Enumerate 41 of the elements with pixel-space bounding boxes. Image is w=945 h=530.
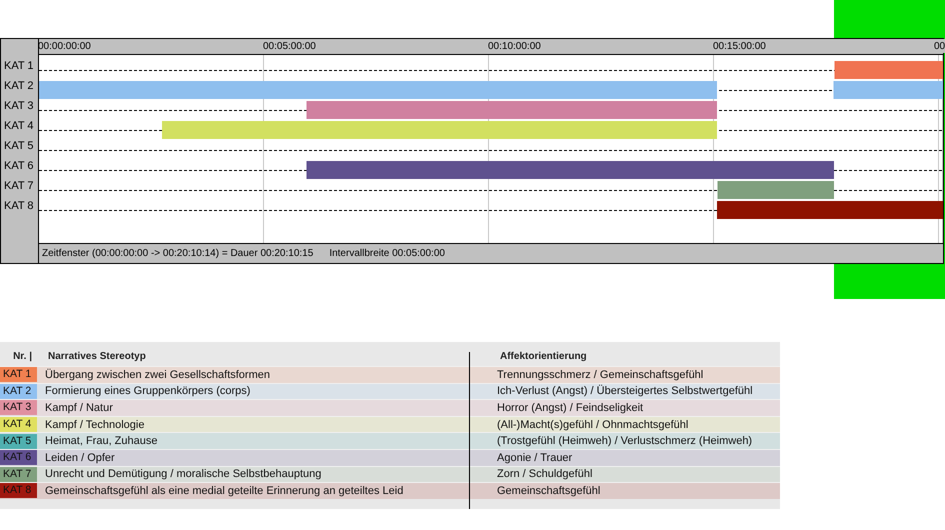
category-label: KAT 4 bbox=[3, 119, 35, 134]
category-tag: KAT 5 bbox=[0, 434, 37, 449]
table-cell-text: Horror (Angst) / Feindseligkeit bbox=[496, 402, 644, 414]
table-cell-text: Unrecht und Demütigung / moralische Selbstbehauptung bbox=[44, 468, 322, 480]
table-cell-text: Formierung eines Gruppenkörpers (corps) bbox=[44, 385, 252, 398]
table-cell-text: Kampf / Technologie bbox=[44, 418, 146, 431]
table-cell-text: Agonie / Trauer bbox=[496, 452, 572, 464]
table-cell-text: Ich-Verlust (Angst) / Übersteigertes Selbstwertgefühl bbox=[496, 385, 753, 398]
time-tick-label: 00:00:00:00 bbox=[38, 40, 92, 54]
table-cell-text: Kampf / Natur bbox=[44, 402, 114, 414]
column-header: Narratives Stereotyp bbox=[47, 350, 147, 362]
table-cell-text: (Trostgefühl (Heimweh) / Verlustschmerz (Heimweh) bbox=[496, 435, 752, 448]
column-header: Affektorientierung bbox=[499, 350, 587, 362]
table-cell-text: Gemeinschaftsgefühl bbox=[496, 484, 600, 497]
status-text: Intervallbreite 00:05:00:00 bbox=[329, 248, 445, 259]
category-label: KAT 2 bbox=[3, 79, 35, 94]
category-tag: KAT 6 bbox=[0, 450, 37, 466]
category-label: KAT 3 bbox=[3, 99, 35, 114]
time-tick-label: 00:10:00:00 bbox=[488, 40, 542, 54]
category-tag: KAT 8 bbox=[0, 483, 37, 498]
category-tag: KAT 4 bbox=[0, 417, 37, 432]
category-label: KAT 7 bbox=[3, 179, 35, 194]
time-tick-label: 00:05:00:00 bbox=[263, 40, 317, 54]
category-label: KAT 6 bbox=[3, 159, 35, 174]
column-header: Nr. | bbox=[12, 350, 33, 362]
table-cell-text: Trennungsschmerz / Gemeinschaftsgefühl bbox=[496, 368, 704, 381]
table-cell-text: Übergang zwischen zwei Gesellschaftsformen bbox=[44, 368, 271, 381]
category-tag: KAT 3 bbox=[0, 400, 37, 416]
category-tag: KAT 2 bbox=[0, 384, 37, 399]
table-cell-text: Leiden / Opfer bbox=[44, 452, 116, 464]
category-tag: KAT 7 bbox=[0, 466, 37, 482]
category-label: KAT 8 bbox=[3, 199, 35, 214]
table-cell-text: (All-)Macht(s)gefühl / Ohnmachtsgefühl bbox=[496, 418, 688, 431]
status-text: Zeitfenster (00:00:00:00 -> 00:20:10:14) = Dauer 00:20:10:15 bbox=[42, 248, 314, 259]
table-cell-text: Heimat, Frau, Zuhause bbox=[44, 435, 158, 448]
time-tick-label: 00 bbox=[934, 39, 945, 53]
category-label: KAT 5 bbox=[3, 139, 35, 154]
category-tag: KAT 1 bbox=[0, 367, 37, 382]
category-label: KAT 1 bbox=[3, 59, 35, 74]
table-cell-text: Gemeinschaftsgefühl als eine medial geteilte Erinnerung an geteiltes Leid bbox=[44, 484, 404, 497]
table-cell-text: Zorn / Schuldgefühl bbox=[496, 468, 592, 480]
